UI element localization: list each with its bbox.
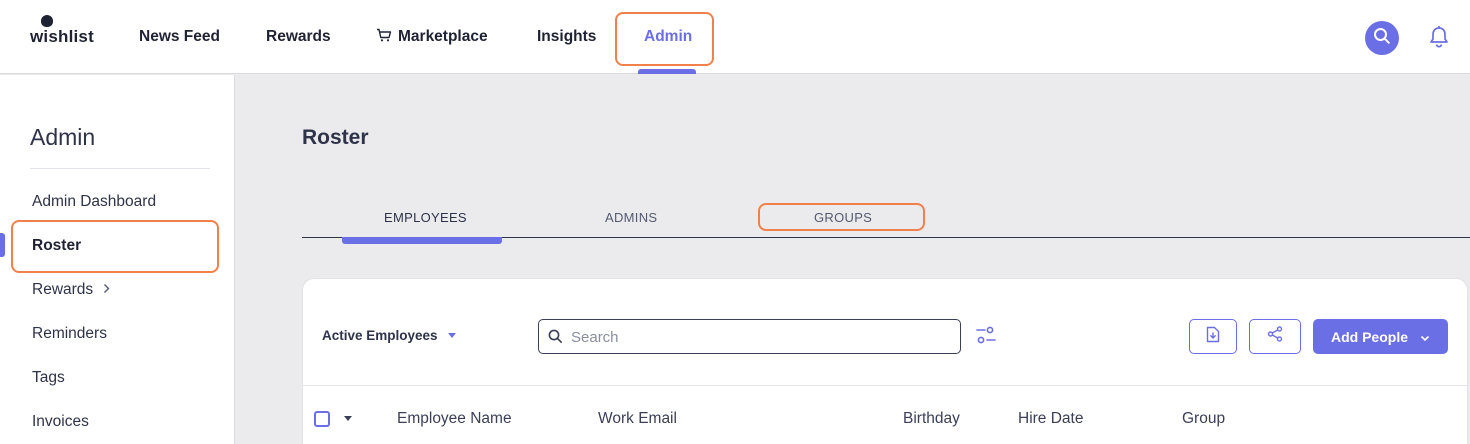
nav-active-indicator — [638, 69, 696, 74]
export-button[interactable] — [1189, 319, 1237, 354]
sidebar-active-indicator — [0, 233, 5, 257]
sidebar-item-rewards[interactable]: Rewards — [32, 281, 110, 299]
roster-search-field[interactable] — [538, 319, 961, 354]
download-file-icon — [1206, 326, 1220, 348]
nav-item-marketplace-label: Marketplace — [398, 28, 488, 45]
tab-employees[interactable]: EMPLOYEES — [384, 210, 467, 225]
nav-item-news-feed[interactable]: News Feed — [139, 28, 220, 46]
roster-sidebar-highlight — [11, 220, 219, 273]
caret-down-icon — [447, 333, 456, 338]
sidebar-title: Admin — [30, 124, 96, 150]
cart-icon — [376, 28, 392, 47]
tab-admins[interactable]: ADMINS — [605, 210, 657, 225]
search-icon — [1373, 27, 1391, 50]
share-icon — [1267, 326, 1283, 347]
table-header-divider — [302, 385, 1468, 386]
sliders-icon[interactable] — [976, 325, 996, 350]
logo-mark-icon — [41, 15, 53, 27]
sidebar-item-tags[interactable]: Tags — [32, 369, 65, 387]
add-people-button[interactable]: Add People — [1313, 319, 1448, 354]
employee-status-filter-label: Active Employees — [322, 328, 438, 343]
column-header-work-email[interactable]: Work Email — [598, 410, 677, 428]
sidebar-divider — [30, 168, 210, 169]
nav-item-insights[interactable]: Insights — [537, 28, 596, 46]
global-search-button[interactable] — [1365, 21, 1399, 55]
sidebar-item-invoices[interactable]: Invoices — [32, 413, 89, 431]
share-button[interactable] — [1249, 319, 1301, 354]
sidebar-item-reminders[interactable]: Reminders — [32, 325, 107, 343]
roster-search-input[interactable] — [571, 326, 951, 348]
top-nav-bar: wishlist News Feed Rewards Marketplace I… — [0, 0, 1470, 74]
caret-down-icon[interactable] — [344, 416, 352, 421]
chevron-down-icon — [1420, 329, 1430, 345]
nav-item-rewards[interactable]: Rewards — [266, 28, 331, 46]
employee-status-filter[interactable]: Active Employees — [322, 328, 456, 343]
nav-item-marketplace[interactable]: Marketplace — [376, 28, 488, 47]
add-people-label: Add People — [1330, 328, 1408, 345]
bell-icon[interactable] — [1428, 25, 1450, 54]
column-header-employee-name[interactable]: Employee Name — [397, 410, 512, 428]
page-title: Roster — [302, 126, 369, 149]
column-header-birthday[interactable]: Birthday — [903, 410, 960, 428]
search-icon — [548, 329, 563, 349]
sidebar-item-rewards-label: Rewards — [32, 281, 94, 298]
tab-active-indicator — [342, 237, 502, 244]
sidebar-item-admin-dashboard[interactable]: Admin Dashboard — [32, 193, 156, 211]
column-header-hire-date[interactable]: Hire Date — [1018, 410, 1083, 428]
chevron-right-icon — [103, 281, 110, 298]
app-logo[interactable]: wishlist — [30, 27, 94, 47]
select-all-checkbox[interactable] — [314, 411, 330, 427]
column-header-group[interactable]: Group — [1182, 410, 1225, 428]
groups-tab-highlight — [758, 203, 925, 231]
admin-nav-highlight — [615, 12, 714, 66]
